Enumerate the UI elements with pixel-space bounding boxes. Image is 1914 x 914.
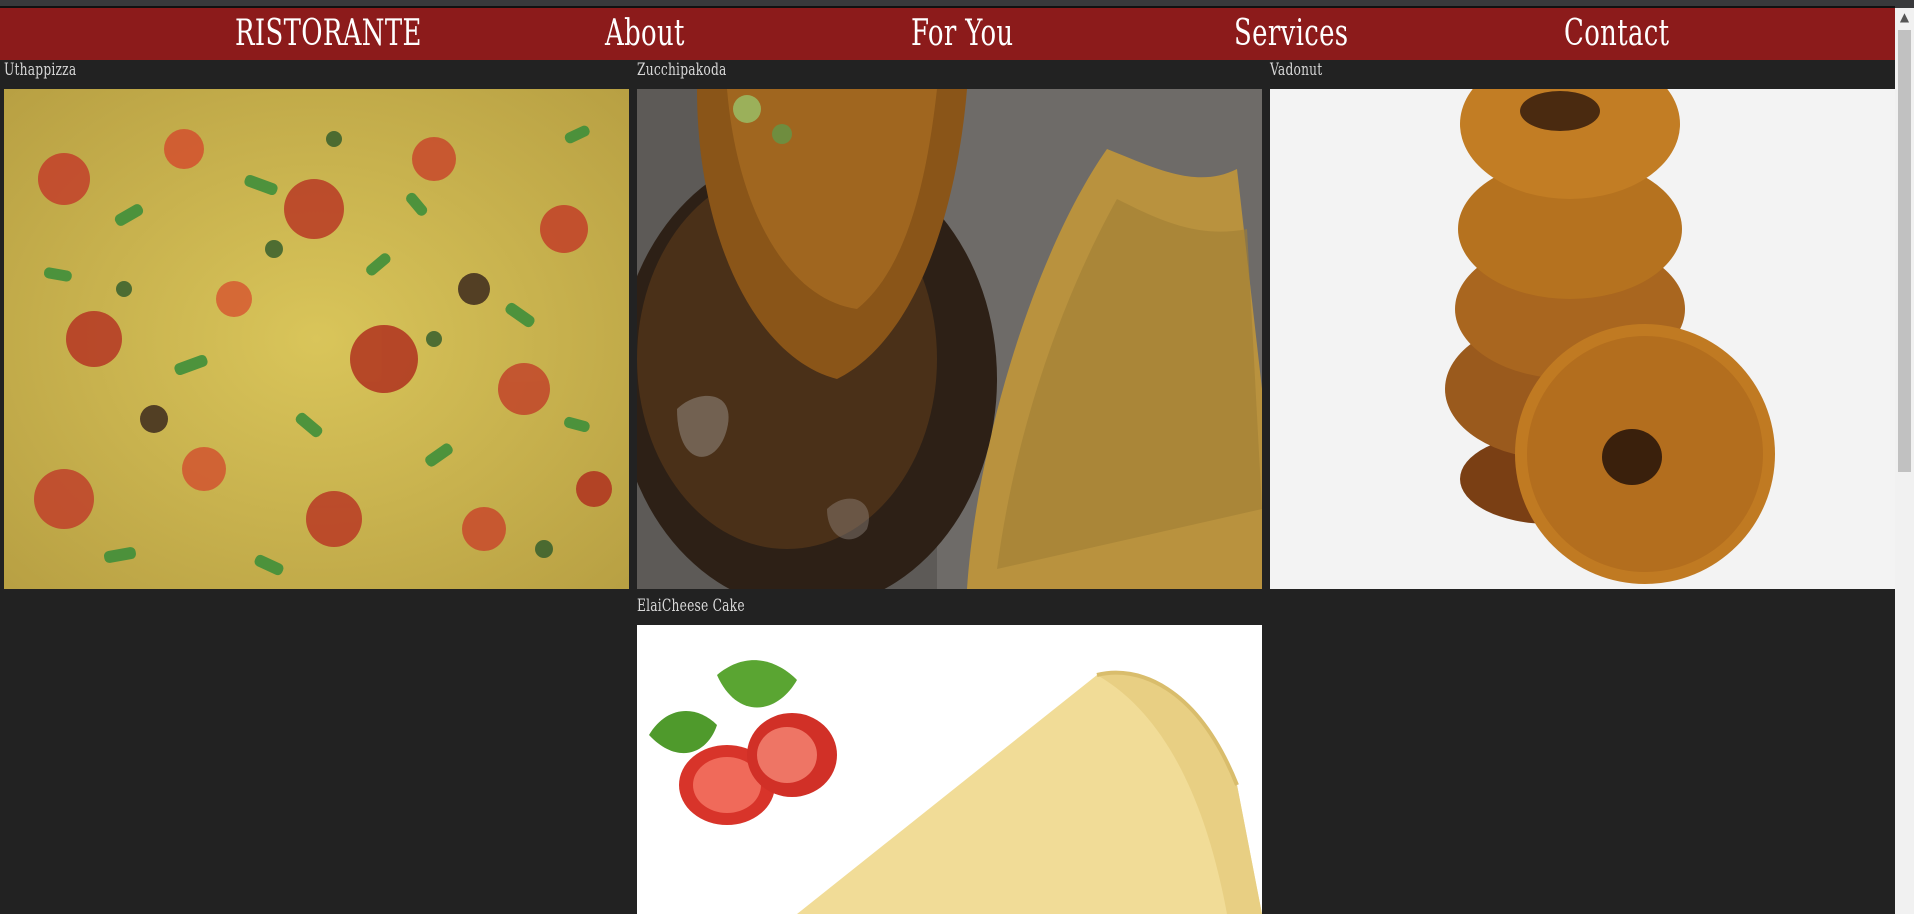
pakoda-photo[interactable] [637,89,1262,589]
menu-card-vadonut[interactable]: Vadonut [1270,60,1895,590]
window-top-strip [0,0,1914,8]
scroll-thumb[interactable] [1898,30,1911,472]
menu-card-elaicheese-cake[interactable]: ElaiCheese Cake [637,596,1262,914]
donut-photo[interactable] [1270,89,1895,589]
pizza-photo[interactable] [4,89,629,589]
menu-card-title: Zucchipakoda [637,60,727,80]
cheesecake-photo[interactable] [637,625,1262,914]
menu-card-zucchipakoda[interactable]: Zucchipakoda [637,60,1262,590]
navbar: RISTORANTE About For You Services Contac… [0,8,1895,60]
menu-card-title: Vadonut [1270,60,1323,80]
scroll-up-arrow-icon[interactable]: ▲ [1895,8,1914,26]
nav-item-services[interactable]: Services [1234,10,1348,58]
nav-item-about[interactable]: About [605,10,685,58]
menu-card-title: Uthappizza [4,60,77,80]
menu-card-title: ElaiCheese Cake [637,596,745,616]
nav-brand[interactable]: RISTORANTE [235,10,422,58]
vertical-scrollbar[interactable]: ▲ [1895,8,1914,914]
nav-item-contact[interactable]: Contact [1564,10,1669,58]
menu-card-uthappizza[interactable]: Uthappizza [4,60,629,590]
nav-item-for-you[interactable]: For You [911,10,1013,58]
